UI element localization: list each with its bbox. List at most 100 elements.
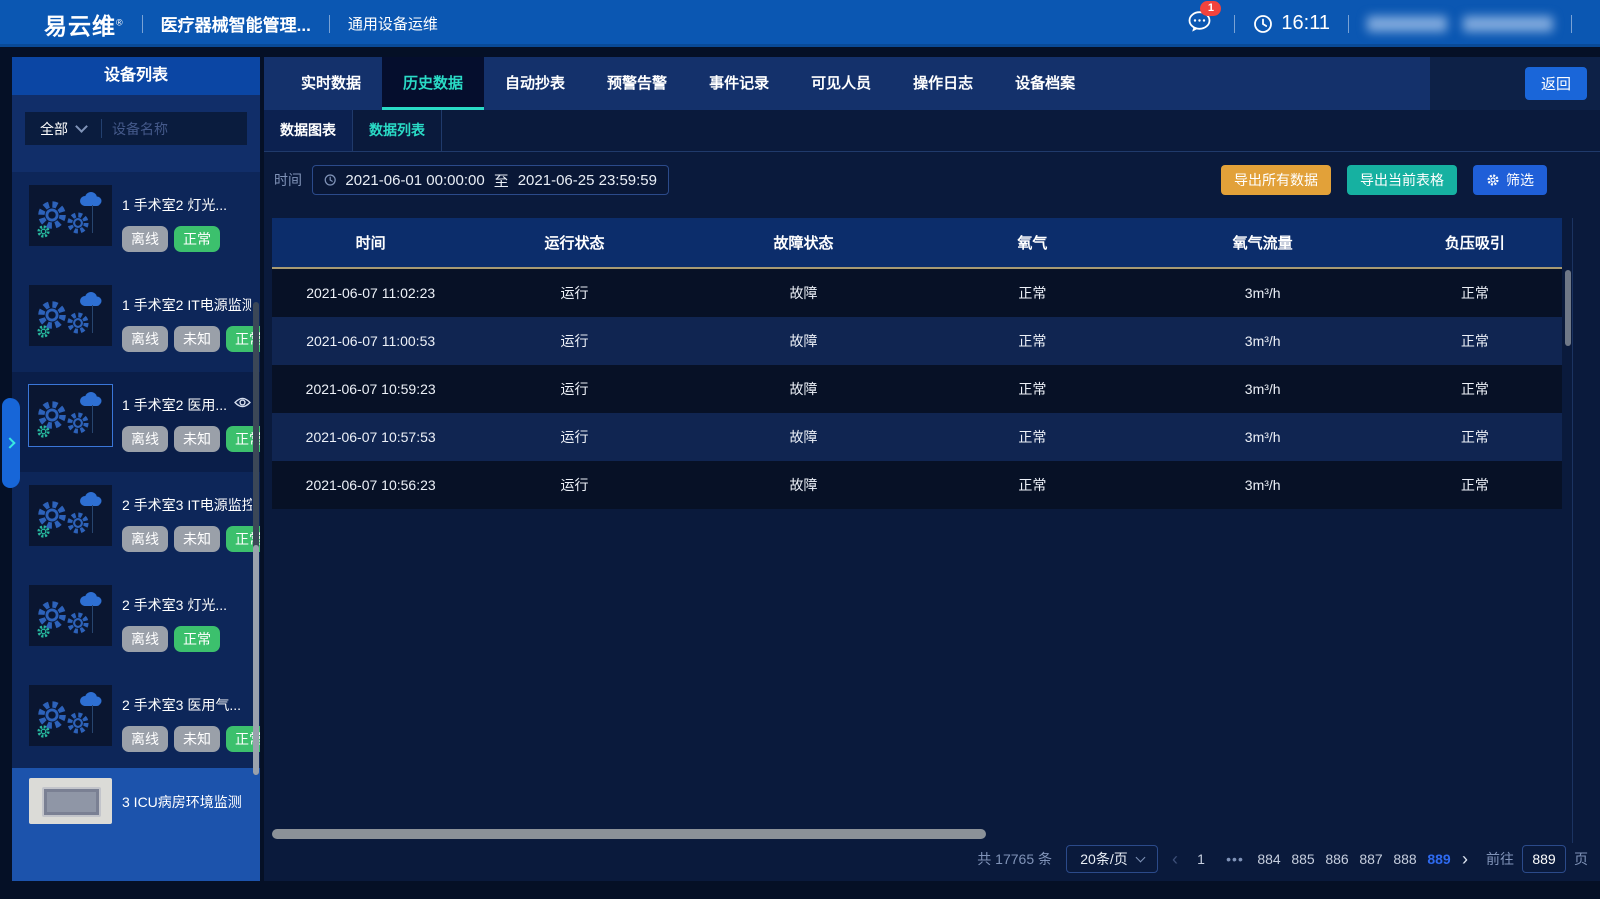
- header-divider: [1348, 15, 1349, 33]
- main-tab[interactable]: 预警告警: [586, 57, 688, 110]
- status-badge: 离线: [122, 726, 168, 752]
- header-right-cluster: 1 16:11: [1187, 10, 1590, 38]
- table-row: 2021-06-07 10:59:23运行故障正常3m³/h正常: [272, 365, 1562, 413]
- time-filter-label: 时间: [274, 170, 302, 190]
- device-list-item[interactable]: 2 手术室3 灯光...离线正常: [12, 572, 260, 672]
- table-cell: 运行: [469, 413, 679, 461]
- history-data-table: 时间运行状态故障状态氧气氧气流量负压吸引 2021-06-07 11:02:23…: [272, 218, 1562, 509]
- main-panel: 实时数据历史数据自动抄表预警告警事件记录可见人员操作日志设备档案 返回 数据图表…: [264, 57, 1600, 881]
- table-cell: 运行: [469, 268, 679, 317]
- table-cell: 2021-06-07 11:02:23: [272, 268, 469, 317]
- page: 易云维® 医疗器械智能管理... 通用设备运维 1: [0, 0, 1600, 899]
- cloud-icon: [77, 591, 103, 607]
- device-badges: 离线正常: [122, 226, 220, 252]
- status-badge: 离线: [122, 626, 168, 652]
- page-number[interactable]: 889: [1427, 851, 1451, 867]
- registered-mark: ®: [116, 17, 124, 27]
- page-number[interactable]: 888: [1393, 851, 1417, 867]
- device-thumbnail: [29, 685, 112, 746]
- device-badges: 离线正常: [122, 626, 220, 652]
- device-name: 3 ICU病房环境监测: [122, 792, 252, 812]
- device-list-item[interactable]: 1 手术室2 医用...离线未知正常: [12, 372, 260, 472]
- eye-icon[interactable]: [234, 396, 251, 414]
- page-number[interactable]: 884: [1257, 851, 1281, 867]
- status-badge: 离线: [122, 326, 168, 352]
- page-size-value: 20条/页: [1080, 849, 1127, 869]
- main-tab[interactable]: 可见人员: [790, 57, 892, 110]
- main-tab[interactable]: 自动抄表: [484, 57, 586, 110]
- next-page-button[interactable]: ›: [1462, 849, 1468, 870]
- device-search-input[interactable]: [102, 121, 247, 137]
- header-divider: [1571, 15, 1572, 33]
- gear-icon: [65, 310, 91, 336]
- table-cell: 正常: [927, 268, 1137, 317]
- chevron-down-icon: [75, 120, 88, 133]
- main-tab[interactable]: 实时数据: [280, 57, 382, 110]
- header-divider: [1234, 15, 1235, 33]
- main-tab[interactable]: 历史数据: [382, 57, 484, 110]
- main-tab[interactable]: 设备档案: [994, 57, 1096, 110]
- device-thumbnail: [29, 778, 112, 824]
- device-list-item[interactable]: 2 手术室3 医用气...离线未知正常: [12, 672, 260, 772]
- page-number[interactable]: 887: [1359, 851, 1383, 867]
- page-suffix: 页: [1574, 849, 1588, 869]
- device-list-item[interactable]: 3 ICU病房环境监测: [12, 772, 260, 842]
- device-badges: 离线未知正常: [122, 726, 260, 752]
- table-cell: 运行: [469, 461, 679, 509]
- filter-button[interactable]: 筛选: [1473, 165, 1547, 195]
- sidebar-scrollbar-thumb[interactable]: [253, 545, 259, 775]
- table-cell: 正常: [1388, 413, 1562, 461]
- status-badge: 离线: [122, 226, 168, 252]
- device-thumbnail: [29, 585, 112, 646]
- device-list-item[interactable]: 2 手术室3 IT电源监控离线未知正常: [12, 472, 260, 572]
- sub-tab[interactable]: 数据图表: [264, 110, 353, 151]
- header-clock: 16:11: [1253, 12, 1330, 35]
- export-all-button[interactable]: 导出所有数据: [1221, 165, 1331, 195]
- total-count: 共 17765 条: [977, 849, 1052, 869]
- messages-button[interactable]: 1: [1187, 10, 1212, 38]
- main-tab[interactable]: 事件记录: [688, 57, 790, 110]
- sidebar-collapse-handle[interactable]: [2, 398, 20, 488]
- device-display: [42, 787, 101, 817]
- device-list-item[interactable]: 1 手术室2 IT电源监测离线未知正常: [12, 272, 260, 372]
- device-list-item[interactable]: 1 手术室2 灯光...离线正常: [12, 172, 260, 272]
- status-badge: 未知: [174, 726, 220, 752]
- top-nav-item[interactable]: 通用设备运维: [348, 13, 438, 34]
- page-number[interactable]: 885: [1291, 851, 1315, 867]
- device-type-select-value: 全部: [40, 119, 68, 139]
- gear-icon: [1486, 173, 1500, 187]
- gear-icon: [65, 210, 91, 236]
- status-badge: 未知: [174, 326, 220, 352]
- prev-page-button[interactable]: ‹: [1172, 849, 1178, 870]
- tabs-holder: 实时数据历史数据自动抄表预警告警事件记录可见人员操作日志设备档案: [280, 57, 1096, 110]
- user-info-blurred[interactable]: [1367, 16, 1447, 32]
- page-number[interactable]: 886: [1325, 851, 1349, 867]
- main-tab[interactable]: 操作日志: [892, 57, 994, 110]
- sub-tab[interactable]: 数据列表: [353, 110, 442, 151]
- page-size-select[interactable]: 20条/页: [1066, 845, 1158, 873]
- table-cell: 3m³/h: [1138, 268, 1388, 317]
- gear-icon: [36, 624, 51, 639]
- time-filter-row: 时间 2021-06-01 00:00:00 至 2021-06-25 23:5…: [264, 152, 1600, 208]
- page-number[interactable]: 1: [1189, 851, 1213, 867]
- goto-label: 前往: [1486, 849, 1514, 869]
- notification-badge: 1: [1200, 1, 1221, 16]
- export-current-button[interactable]: 导出当前表格: [1347, 165, 1457, 195]
- column-header: 负压吸引: [1388, 218, 1562, 268]
- device-thumbnail: [29, 285, 112, 346]
- gear-icon: [36, 724, 51, 739]
- date-range-input[interactable]: 2021-06-01 00:00:00 至 2021-06-25 23:59:5…: [312, 165, 669, 195]
- vertical-scrollbar-thumb[interactable]: [1565, 270, 1571, 346]
- vertical-scrollbar-track: [1572, 218, 1573, 843]
- user-info-blurred[interactable]: [1463, 16, 1553, 32]
- back-button[interactable]: 返回: [1525, 67, 1587, 100]
- horizontal-scrollbar-thumb[interactable]: [272, 829, 986, 839]
- table-cell: 故障: [680, 317, 928, 365]
- goto-page-input[interactable]: [1522, 845, 1566, 873]
- pagination: 共 17765 条 20条/页 ‹ 1 ••• 884 885 886 887 888 889…: [977, 843, 1588, 875]
- header-time: 16:11: [1281, 12, 1330, 35]
- device-badges: 离线未知正常: [122, 526, 260, 552]
- page-ellipsis: •••: [1223, 851, 1247, 867]
- device-type-select[interactable]: 全部: [25, 119, 101, 139]
- device-badges: 离线未知正常: [122, 426, 260, 452]
